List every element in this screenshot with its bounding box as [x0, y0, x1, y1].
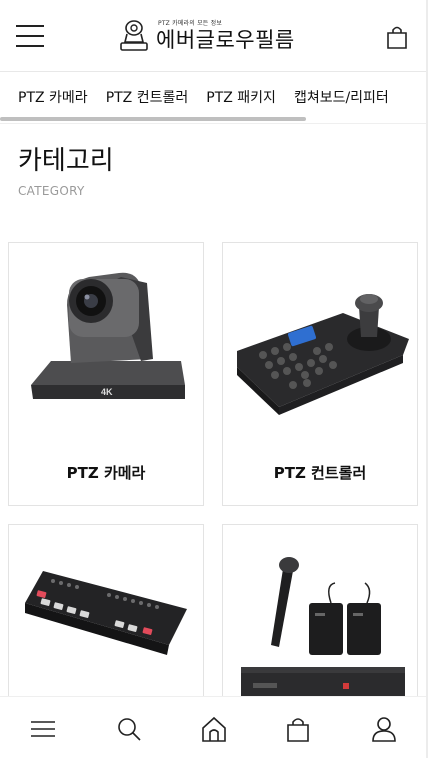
cart-icon[interactable] [284, 715, 312, 743]
menu-icon[interactable] [29, 715, 57, 743]
search-icon[interactable] [115, 715, 143, 743]
camera-logo-icon [120, 20, 148, 51]
category-card[interactable] [8, 524, 204, 724]
svg-text:4K: 4K [101, 387, 113, 397]
bottom-navigation [0, 696, 428, 758]
brand-logo[interactable]: PTZ 카메라의 모든 정보 에버글로우필름 [118, 16, 308, 56]
category-card-label: PTZ 카메라 [66, 464, 146, 482]
category-card-label: PTZ 컨트롤러 [273, 464, 367, 482]
category-nav-scrollbar[interactable] [0, 117, 306, 121]
page-subtitle: CATEGORY [18, 184, 85, 198]
menu-icon-line [16, 45, 44, 47]
category-card[interactable]: PTZ 컨트롤러 [222, 242, 418, 506]
logo-name: 에버글로우필름 [156, 28, 295, 52]
page-title: 카테고리 [18, 146, 114, 176]
category-card[interactable] [222, 524, 418, 724]
ptz-camera-image: 4K [31, 272, 185, 399]
top-header: PTZ 카메라의 모든 정보 에버글로우필름 [0, 0, 428, 72]
user-icon[interactable] [370, 715, 398, 743]
cart-icon[interactable] [384, 24, 410, 50]
category-nav-item[interactable]: 캡쳐보드/리피터 [294, 72, 389, 107]
category-nav-item[interactable]: PTZ 패키지 [206, 72, 276, 107]
category-card[interactable]: 4K PTZ 카메라 [8, 242, 204, 506]
wireless-microphone-image [241, 557, 405, 707]
video-switcher-image [25, 571, 187, 655]
menu-icon-line [16, 35, 44, 37]
menu-icon-line [16, 25, 44, 27]
category-nav-item[interactable]: PTZ 카메라 [18, 72, 88, 107]
category-nav-item[interactable]: PTZ 컨트롤러 [106, 72, 189, 107]
home-icon[interactable] [200, 715, 228, 743]
menu-button[interactable] [16, 25, 44, 47]
ptz-controller-image [237, 294, 409, 415]
logo-tagline: PTZ 카메라의 모든 정보 [158, 20, 223, 27]
